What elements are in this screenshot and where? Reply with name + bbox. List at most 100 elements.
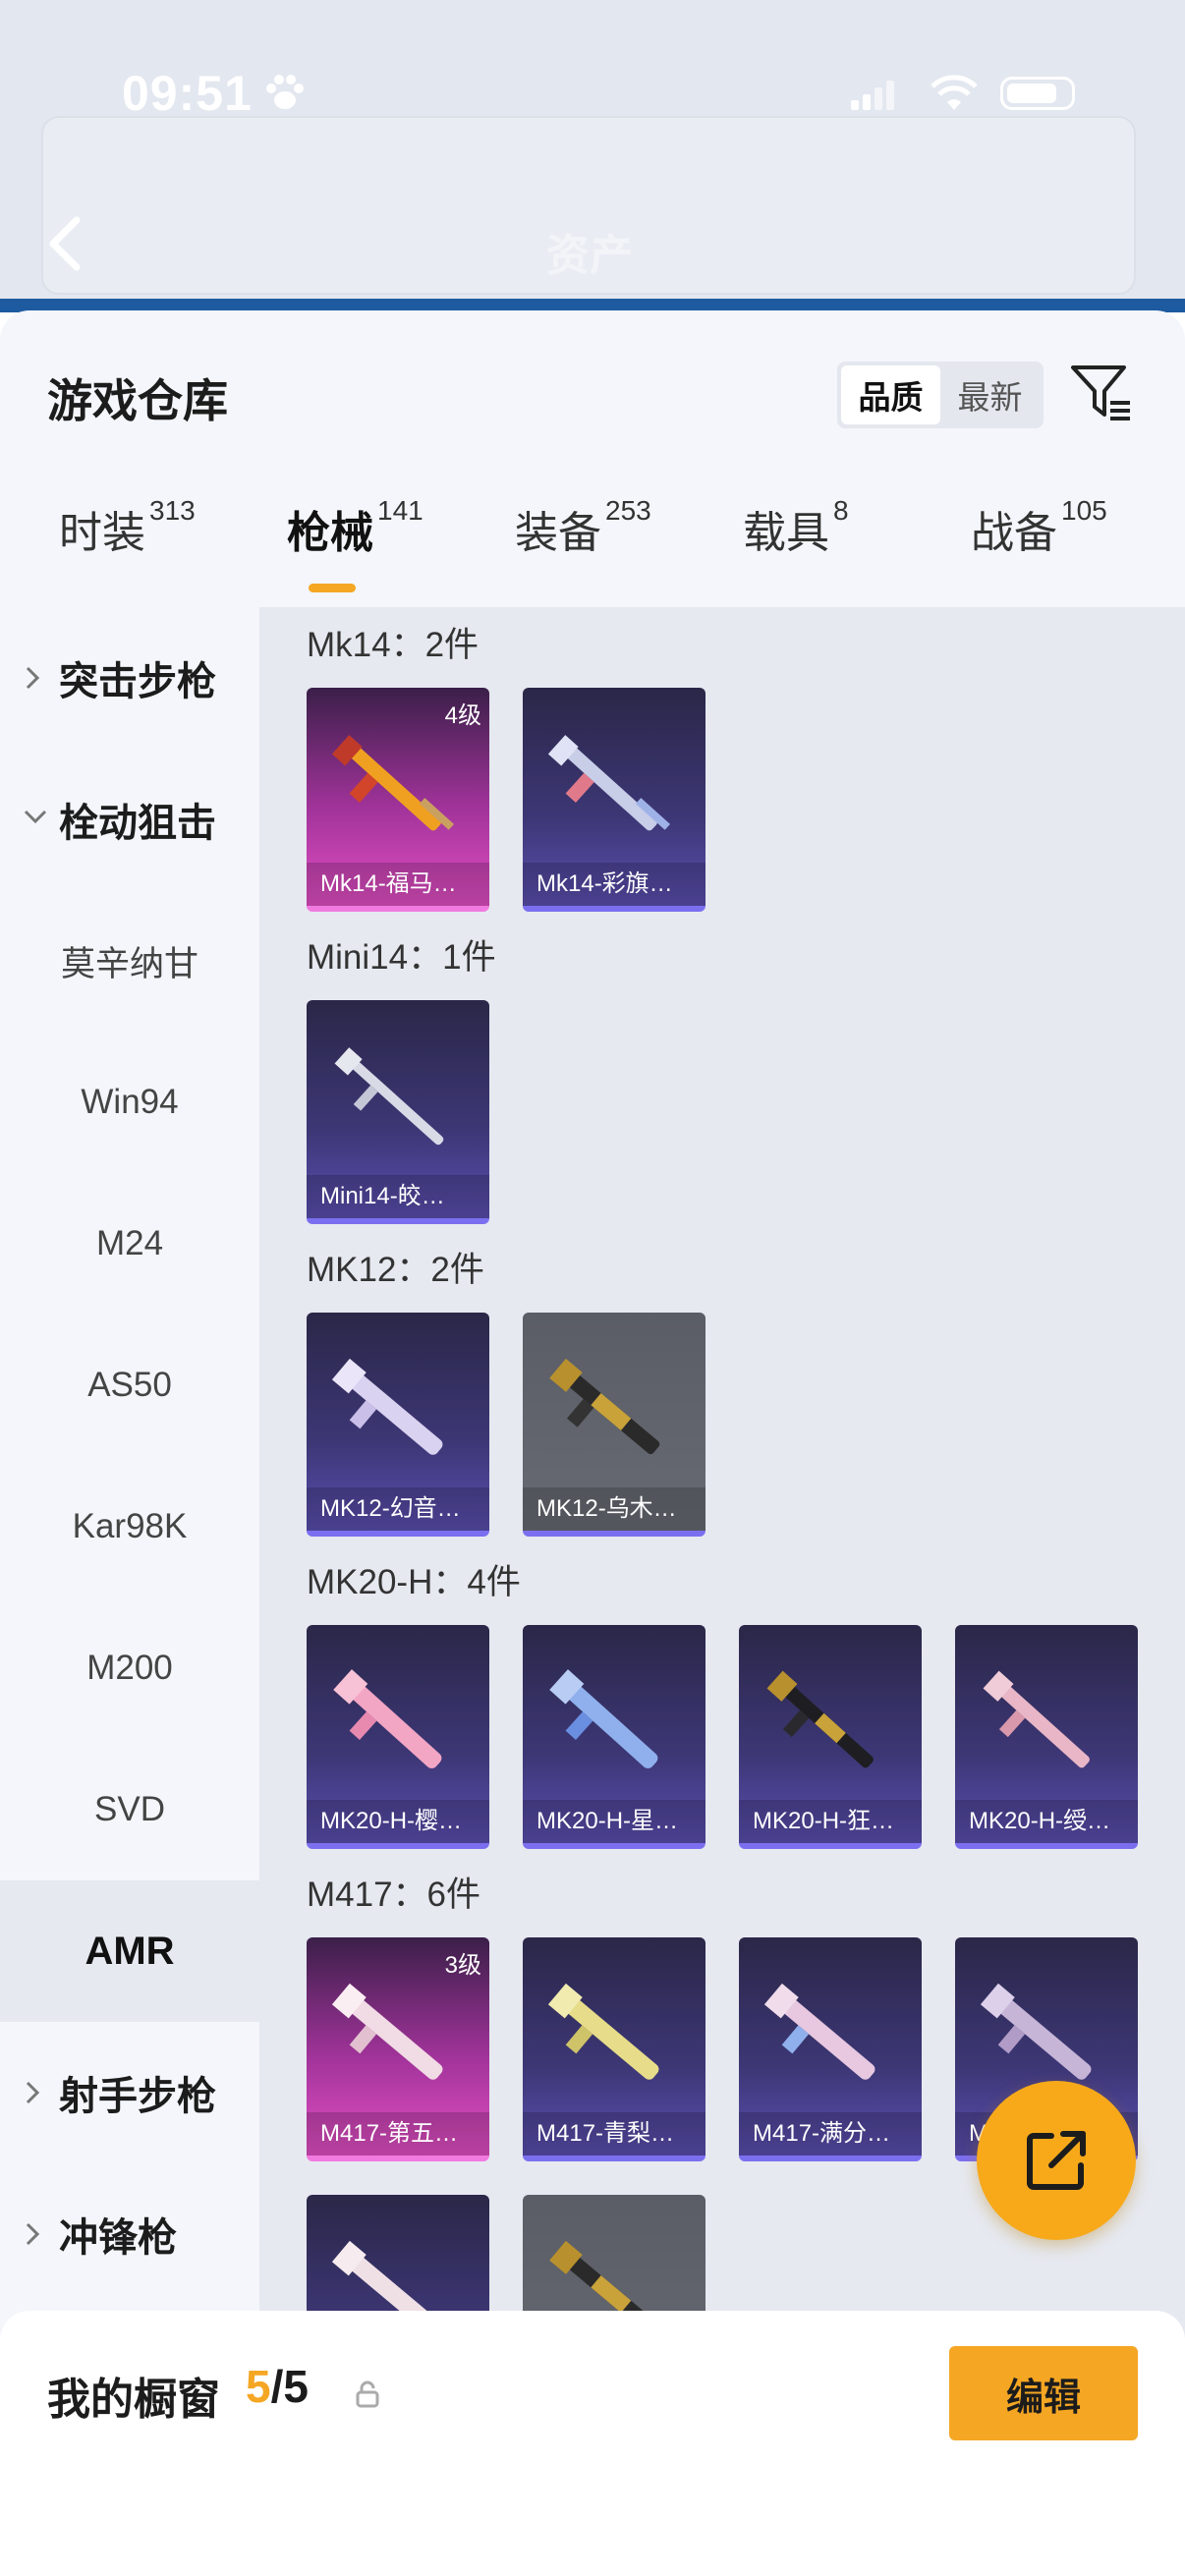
edit-button[interactable]: 编辑: [949, 2346, 1138, 2440]
wifi-icon: [930, 75, 979, 117]
showcase-count: 5/5: [246, 2360, 309, 2413]
rifle-icon: [333, 1669, 442, 1769]
sidebar-group-label: 射手步枪: [59, 2075, 216, 2118]
weapon-name: M417-青梨…: [523, 2112, 705, 2156]
rifle-icon: [331, 735, 455, 831]
tab-fashion[interactable]: 时装 313: [59, 495, 196, 560]
weapon-card[interactable]: Mini14-皎…: [307, 1000, 489, 1224]
warehouse-sheet: 游戏仓库 品质 最新 时装 313 枪械 141 装备 253 载具 8 战备 105 突…: [0, 310, 1185, 2576]
tab-count: 253: [605, 495, 651, 526]
weapon-grid: Mk14：2件 4级 Mk14-福马… Mk14-彩旗… Mini14：1件 M…: [259, 607, 1185, 2576]
weapon-name: Mk14-彩旗…: [523, 863, 705, 906]
tab-count: 105: [1061, 495, 1107, 526]
rifle-icon: [549, 1669, 658, 1769]
weapon-name: MK12-幻音…: [307, 1487, 489, 1531]
tab-count: 313: [149, 495, 196, 526]
sidebar-group-bolt-sniper[interactable]: 栓动狙击: [0, 749, 259, 890]
showcase-bar: 我的橱窗 5/5 编辑: [0, 2311, 1185, 2576]
sidebar-item-m24[interactable]: M24: [0, 1173, 259, 1315]
tab-vehicles[interactable]: 载具 8: [743, 495, 849, 560]
tab-supplies[interactable]: 战备 105: [971, 495, 1107, 560]
external-link-icon: [1027, 2131, 1086, 2190]
weapon-card[interactable]: 3级 M417-第五…: [307, 1937, 489, 2161]
status-bar: 09:51: [0, 65, 1185, 124]
sidebar-group-assault-rifle[interactable]: 突击步枪: [0, 607, 259, 749]
section-title: MK20-H：4件: [307, 1563, 521, 1601]
weapon-card[interactable]: Mk14-彩旗…: [523, 688, 705, 912]
weapon-card[interactable]: MK20-H-绶…: [955, 1625, 1138, 1849]
page-title: 资产: [546, 232, 633, 280]
rifle-icon: [331, 1358, 443, 1455]
rifle-icon: [983, 1670, 1090, 1768]
sidebar-group-label: 冲锋枪: [59, 2216, 177, 2260]
sidebar-group-marksman-rifle[interactable]: 射手步枪: [0, 2022, 259, 2163]
rifle-icon: [766, 1670, 874, 1768]
paw-icon: [263, 73, 307, 117]
rifle-icon: [549, 1358, 660, 1455]
sidebar-item-win94[interactable]: Win94: [0, 1032, 259, 1173]
sidebar-group-label: 栓动狙击: [59, 802, 216, 845]
sidebar-item-kar98k[interactable]: Kar98K: [0, 1456, 259, 1597]
weapon-type-sidebar: 突击步枪 栓动狙击 莫辛纳甘 Win94 M24 AS50 Kar98K M20…: [0, 607, 259, 2576]
weapon-card[interactable]: MK20-H-樱…: [307, 1625, 489, 1849]
tab-equipment[interactable]: 装备 253: [515, 495, 651, 560]
back-arrow-icon[interactable]: [45, 214, 85, 278]
weapon-card[interactable]: MK20-H-星…: [523, 1625, 705, 1849]
tab-count: 141: [377, 495, 423, 526]
sort-newest-option[interactable]: 最新: [940, 365, 1040, 424]
showcase-current: 5: [246, 2361, 271, 2412]
signal-icon: [851, 81, 896, 115]
weapon-name: MK12-乌木…: [523, 1487, 705, 1531]
sort-toggle: 品质 最新: [837, 362, 1044, 428]
category-tabs: 时装 313 枪械 141 装备 253 载具 8 战备 105: [0, 495, 1185, 605]
section-title: Mk14：2件: [307, 626, 480, 664]
weapon-card[interactable]: MK20-H-狂…: [739, 1625, 922, 1849]
weapon-name: Mini14-皎…: [307, 1175, 489, 1218]
weapon-name: M417-满分…: [739, 2112, 922, 2156]
sidebar-item-mosin[interactable]: 莫辛纳甘: [0, 890, 259, 1032]
tab-label: 载具: [743, 509, 829, 557]
tab-label: 战备: [971, 509, 1057, 557]
sidebar-item-as50[interactable]: AS50: [0, 1315, 259, 1456]
rifle-icon: [331, 1983, 443, 2080]
chevron-down-icon: [24, 810, 47, 824]
rifle-icon: [763, 1983, 875, 2080]
weapon-card[interactable]: MK12-乌木…: [523, 1313, 705, 1537]
active-tab-indicator: [309, 584, 356, 592]
section-title: M417：6件: [307, 1876, 481, 1914]
weapon-card[interactable]: M417-青梨…: [523, 1937, 705, 2161]
lock-icon: [354, 2380, 381, 2414]
share-button[interactable]: [977, 2081, 1136, 2240]
weapon-card[interactable]: 4级 Mk14-福马…: [307, 688, 489, 912]
sidebar-item-amr[interactable]: AMR: [0, 1880, 259, 2022]
chevron-right-icon: [26, 2081, 40, 2104]
chevron-right-icon: [26, 666, 40, 690]
weapon-name: MK20-H-星…: [523, 1800, 705, 1843]
sidebar-group-smg[interactable]: 冲锋枪: [0, 2163, 259, 2305]
section-title: MK12：2件: [307, 1251, 484, 1289]
showcase-title: 我的橱窗: [47, 2376, 220, 2424]
tab-count: 8: [833, 495, 849, 526]
sidebar-item-svd[interactable]: SVD: [0, 1739, 259, 1880]
weapon-name: Mk14-福马…: [307, 863, 489, 906]
sidebar-item-m200[interactable]: M200: [0, 1597, 259, 1739]
filter-icon[interactable]: [1069, 362, 1132, 427]
showcase-total: /5: [270, 2361, 309, 2412]
rifle-icon: [547, 735, 671, 831]
tab-label: 时装: [59, 509, 145, 557]
tab-firearms[interactable]: 枪械 141: [287, 495, 423, 560]
weapon-card[interactable]: M417-满分…: [739, 1937, 922, 2161]
weapon-name: MK20-H-绶…: [955, 1800, 1138, 1843]
warehouse-title: 游戏仓库: [47, 375, 228, 426]
battery-icon: [1000, 77, 1075, 110]
status-time: 09:51: [122, 66, 253, 121]
chevron-right-icon: [26, 2222, 40, 2246]
sort-quality-option[interactable]: 品质: [841, 365, 940, 424]
sidebar-group-label: 突击步枪: [59, 660, 216, 703]
section-title: Mini14：1件: [307, 938, 496, 977]
weapon-name: M417-第五…: [307, 2112, 489, 2156]
weapon-card[interactable]: MK12-幻音…: [307, 1313, 489, 1537]
weapon-name: MK20-H-狂…: [739, 1800, 922, 1843]
rifle-icon: [547, 1983, 659, 2080]
rifle-icon: [334, 1047, 444, 1146]
